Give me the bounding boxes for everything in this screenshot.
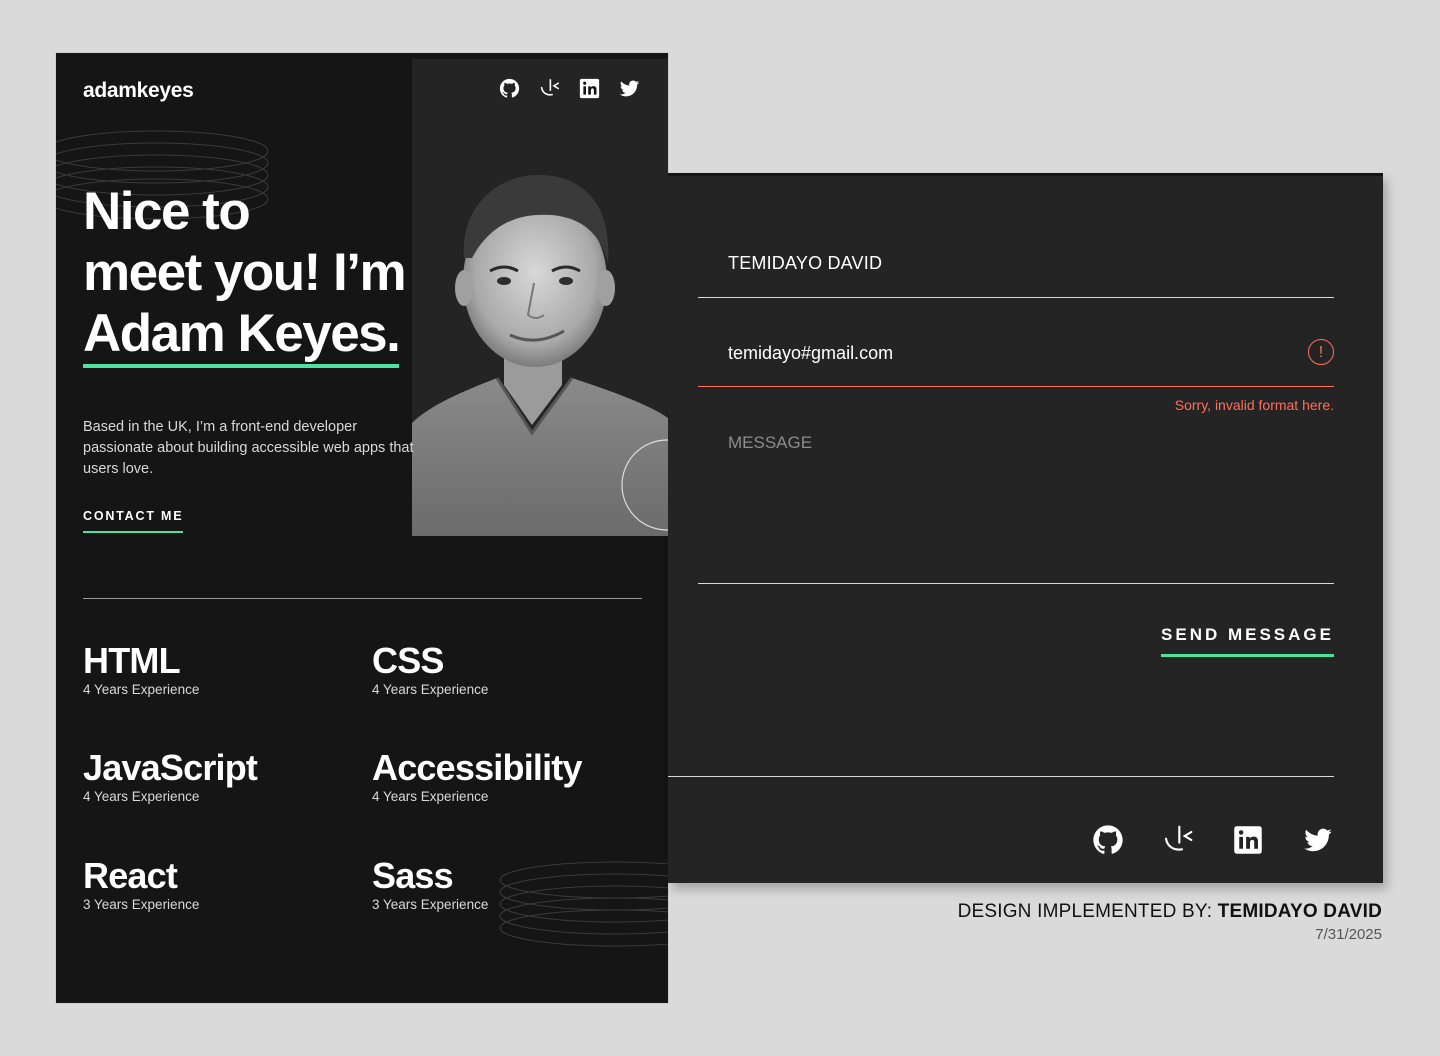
name-input-value[interactable]: TEMIDAYO DAVID bbox=[728, 253, 882, 274]
hero-title-line-2: meet you! I’m bbox=[83, 243, 407, 302]
skill-name: JavaScript bbox=[83, 747, 258, 788]
skill-name: React bbox=[83, 855, 178, 896]
frontend-mentor-icon[interactable] bbox=[538, 77, 560, 99]
social-links-bottom bbox=[1092, 824, 1334, 856]
credit-prefix: DESIGN IMPLEMENTED BY: bbox=[957, 901, 1218, 922]
credit-date: 7/31/2025 bbox=[1315, 926, 1382, 943]
error-icon: ! bbox=[1308, 339, 1334, 365]
skill-experience: 4 Years Experience bbox=[372, 789, 489, 804]
email-underline-error bbox=[698, 386, 1334, 387]
contact-me-link[interactable]: CONTACT ME bbox=[83, 509, 184, 533]
skill-name: CSS bbox=[372, 640, 444, 681]
send-message-button[interactable]: SEND MESSAGE bbox=[1161, 625, 1334, 657]
email-input-value[interactable]: temidayo#gmail.com bbox=[728, 343, 893, 364]
skill-experience: 4 Years Experience bbox=[372, 682, 489, 697]
message-field[interactable]: MESSAGE bbox=[698, 431, 1334, 585]
footer-divider bbox=[668, 776, 1334, 777]
twitter-icon[interactable] bbox=[1302, 824, 1334, 856]
message-placeholder[interactable]: MESSAGE bbox=[728, 433, 812, 453]
skill-experience: 4 Years Experience bbox=[83, 789, 200, 804]
site-logo[interactable]: adamkeyes bbox=[83, 79, 194, 103]
skill-item: CSS 4 Years Experience bbox=[372, 641, 632, 699]
email-field[interactable]: temidayo#gmail.com ! bbox=[698, 331, 1334, 391]
skill-item: JavaScript 4 Years Experience bbox=[83, 748, 343, 806]
frontend-mentor-icon[interactable] bbox=[1162, 824, 1194, 856]
skill-item: Accessibility 4 Years Experience bbox=[372, 748, 632, 806]
hero-title-line-1: Nice to bbox=[83, 182, 251, 241]
design-credit: DESIGN IMPLEMENTED BY: TEMIDAYO DAVID bbox=[958, 901, 1382, 923]
github-icon[interactable] bbox=[1092, 824, 1124, 856]
name-underline bbox=[698, 297, 1334, 298]
section-divider bbox=[83, 598, 642, 599]
hero-title: Nice to meet you! I’m Adam Keyes. bbox=[83, 181, 503, 368]
hero-title-name: Adam Keyes. bbox=[83, 306, 401, 368]
skill-name: HTML bbox=[83, 640, 181, 681]
contact-form-card: TEMIDAYO DAVID temidayo#gmail.com ! Sorr… bbox=[668, 173, 1383, 883]
skill-experience: 4 Years Experience bbox=[83, 682, 200, 697]
message-underline bbox=[698, 583, 1334, 584]
linkedin-icon[interactable] bbox=[578, 77, 600, 99]
rings-decoration-bottom bbox=[499, 861, 668, 947]
linkedin-icon[interactable] bbox=[1232, 824, 1264, 856]
twitter-icon[interactable] bbox=[618, 77, 640, 99]
skill-item: HTML 4 Years Experience bbox=[83, 641, 343, 699]
social-links-top bbox=[498, 77, 640, 99]
portfolio-mobile-card: adamkeyes Nice to meet you! I’m Adam Key… bbox=[56, 53, 668, 1003]
github-icon[interactable] bbox=[498, 77, 520, 99]
skill-name: Accessibility bbox=[372, 747, 583, 788]
credit-author: TEMIDAYO DAVID bbox=[1217, 901, 1382, 922]
skill-experience: 3 Years Experience bbox=[83, 897, 200, 912]
name-field[interactable]: TEMIDAYO DAVID bbox=[698, 243, 1334, 299]
hero-description: Based in the UK, I’m a front-end develop… bbox=[83, 419, 414, 477]
email-error-message: Sorry, invalid format here. bbox=[1174, 397, 1334, 413]
skill-item: React 3 Years Experience bbox=[83, 856, 343, 914]
